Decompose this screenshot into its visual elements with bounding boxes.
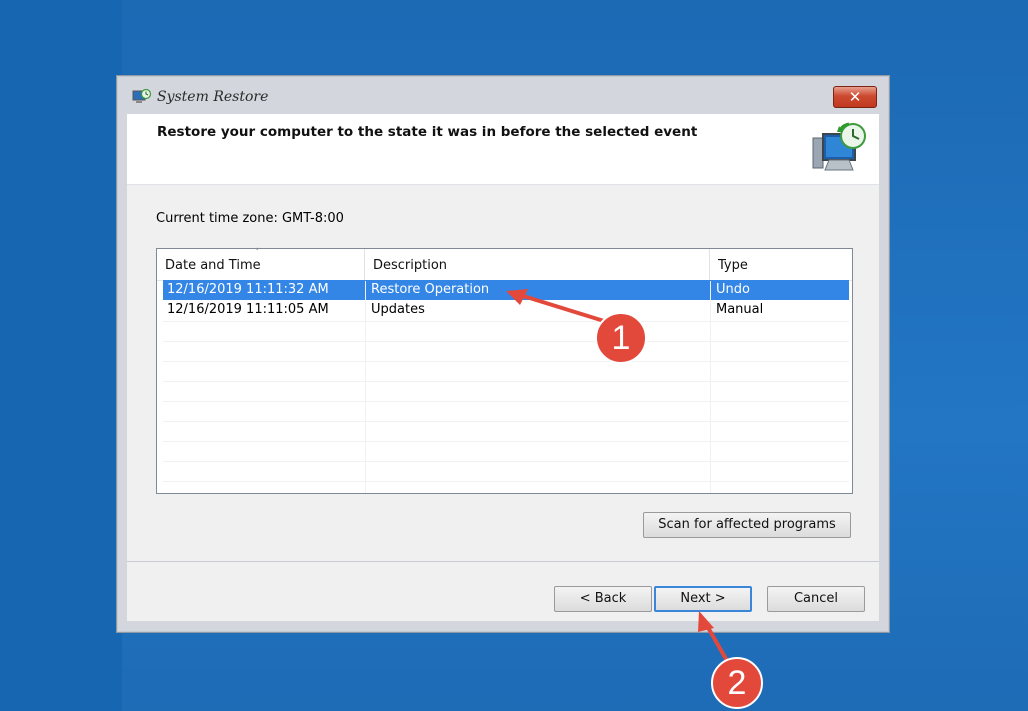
- annotation-badge-2: 2: [711, 657, 763, 709]
- column-type[interactable]: Type: [710, 249, 852, 281]
- timezone-label: Current time zone: GMT-8:00: [156, 211, 344, 226]
- content-area: Current time zone: GMT-8:00 ˅ Date and T…: [127, 185, 879, 561]
- grid-line: [163, 361, 849, 362]
- column-label: Type: [718, 258, 748, 273]
- cell-description: Updates: [371, 302, 425, 317]
- back-button[interactable]: < Back: [554, 586, 652, 612]
- cell-description: Restore Operation: [371, 282, 490, 297]
- cancel-button[interactable]: Cancel: [767, 586, 865, 612]
- header-panel: Restore your computer to the state it wa…: [127, 114, 879, 185]
- title-bar[interactable]: System Restore ✕: [117, 76, 889, 116]
- grid-line: [163, 381, 849, 382]
- grid-line: [163, 401, 849, 402]
- grid-line: [163, 481, 849, 482]
- cell-date: 12/16/2019 11:11:32 AM: [167, 282, 329, 297]
- grid-line: [163, 341, 849, 342]
- column-date-time[interactable]: ˅ Date and Time: [157, 248, 365, 281]
- grid-line: [163, 441, 849, 442]
- close-button[interactable]: ✕: [833, 86, 877, 108]
- window-title: System Restore: [157, 89, 269, 105]
- page-heading: Restore your computer to the state it wa…: [157, 124, 698, 140]
- scan-affected-programs-button[interactable]: Scan for affected programs: [643, 512, 851, 538]
- system-restore-icon-large: [812, 122, 866, 171]
- restore-points-list[interactable]: ˅ Date and Time Description Type 12/16/2…: [156, 248, 853, 494]
- cell-type: Undo: [716, 282, 750, 297]
- grid-column-line: [365, 281, 366, 493]
- grid-line: [163, 321, 849, 322]
- annotation-badge-1: 1: [595, 312, 647, 364]
- desktop-left-strip: [0, 0, 122, 711]
- system-restore-window: System Restore ✕ Restore your computer t…: [116, 75, 890, 633]
- column-label: Description: [373, 258, 448, 273]
- table-row[interactable]: 12/16/2019 11:11:32 AM Restore Operation…: [163, 280, 849, 300]
- system-restore-icon: [132, 88, 151, 103]
- sort-indicator-icon: ˅: [255, 248, 260, 258]
- grid-line: [163, 461, 849, 462]
- table-row[interactable]: 12/16/2019 11:11:05 AM Updates Manual: [163, 300, 849, 320]
- cell-type: Manual: [716, 302, 764, 317]
- column-label: Date and Time: [165, 258, 261, 273]
- grid-line: [163, 421, 849, 422]
- column-description[interactable]: Description: [365, 249, 710, 281]
- cell-date: 12/16/2019 11:11:05 AM: [167, 302, 329, 317]
- next-button[interactable]: Next >: [654, 586, 752, 612]
- footer-bar: < Back Next > Cancel: [127, 561, 879, 621]
- list-header: ˅ Date and Time Description Type: [157, 248, 852, 281]
- grid-column-line: [710, 281, 711, 493]
